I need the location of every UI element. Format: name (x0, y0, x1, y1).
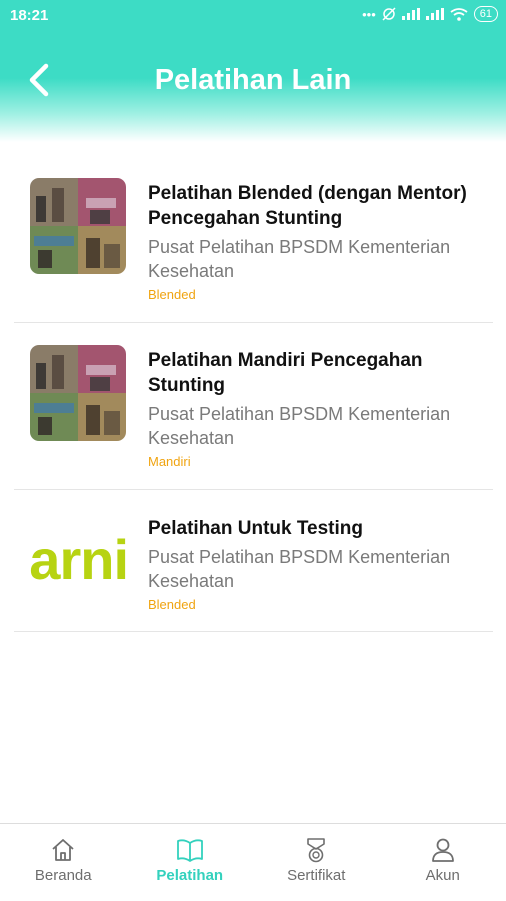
course-provider: Pusat Pelatihan BPSDM Kementerian Keseha… (148, 402, 483, 450)
signal-icon-2 (426, 8, 444, 20)
course-type-badge: Mandiri (148, 454, 483, 469)
page-title: Pelatihan Lain (0, 64, 506, 97)
status-bar: 18:21 ••• 61 (0, 0, 506, 32)
book-icon (175, 836, 205, 864)
course-info: Pelatihan Blended (dengan Mentor) Penceg… (148, 181, 483, 302)
course-item[interactable]: Pelatihan Mandiri Pencegahan Stunting Pu… (14, 323, 493, 490)
bottom-navigation: Beranda Pelatihan Sertifikat Akun (0, 823, 506, 901)
app-header: 18:21 ••• 61 Pelatihan Lain (0, 0, 506, 142)
course-provider: Pusat Pelatihan BPSDM Kementerian Keseha… (148, 235, 483, 283)
course-title: Pelatihan Mandiri Pencegahan Stunting (148, 348, 483, 398)
status-icons: ••• 61 (362, 6, 498, 22)
nav-label: Beranda (35, 867, 92, 884)
alarm-off-icon (382, 7, 396, 21)
nav-pelatihan[interactable]: Pelatihan (127, 824, 254, 901)
certificate-icon (302, 836, 330, 864)
dots-icon: ••• (362, 7, 376, 22)
wifi-icon (450, 8, 468, 21)
nav-label: Sertifikat (287, 867, 345, 884)
signal-icon (402, 8, 420, 20)
home-icon (49, 836, 77, 864)
course-list: Pelatihan Blended (dengan Mentor) Penceg… (14, 160, 493, 632)
course-title: Pelatihan Blended (dengan Mentor) Penceg… (148, 181, 483, 231)
nav-beranda[interactable]: Beranda (0, 824, 127, 901)
nav-label: Akun (426, 867, 460, 884)
course-type-badge: Blended (148, 597, 483, 612)
course-info: Pelatihan Untuk Testing Pusat Pelatihan … (148, 516, 483, 612)
course-info: Pelatihan Mandiri Pencegahan Stunting Pu… (148, 348, 483, 469)
course-item[interactable]: arni Pelatihan Untuk Testing Pusat Pelat… (14, 490, 493, 632)
nav-sertifikat[interactable]: Sertifikat (253, 824, 380, 901)
course-provider: Pusat Pelatihan BPSDM Kementerian Keseha… (148, 545, 483, 593)
course-logo-text: arni (30, 532, 126, 588)
course-item[interactable]: Pelatihan Blended (dengan Mentor) Penceg… (14, 160, 493, 323)
battery-icon: 61 (474, 6, 498, 22)
course-thumbnail (30, 178, 126, 274)
nav-akun[interactable]: Akun (380, 824, 506, 901)
course-type-badge: Blended (148, 287, 483, 302)
nav-label: Pelatihan (156, 867, 223, 884)
status-time: 18:21 (10, 7, 48, 24)
course-thumbnail (30, 345, 126, 441)
course-title: Pelatihan Untuk Testing (148, 516, 483, 541)
course-logo: arni (30, 512, 126, 608)
user-icon (429, 836, 457, 864)
